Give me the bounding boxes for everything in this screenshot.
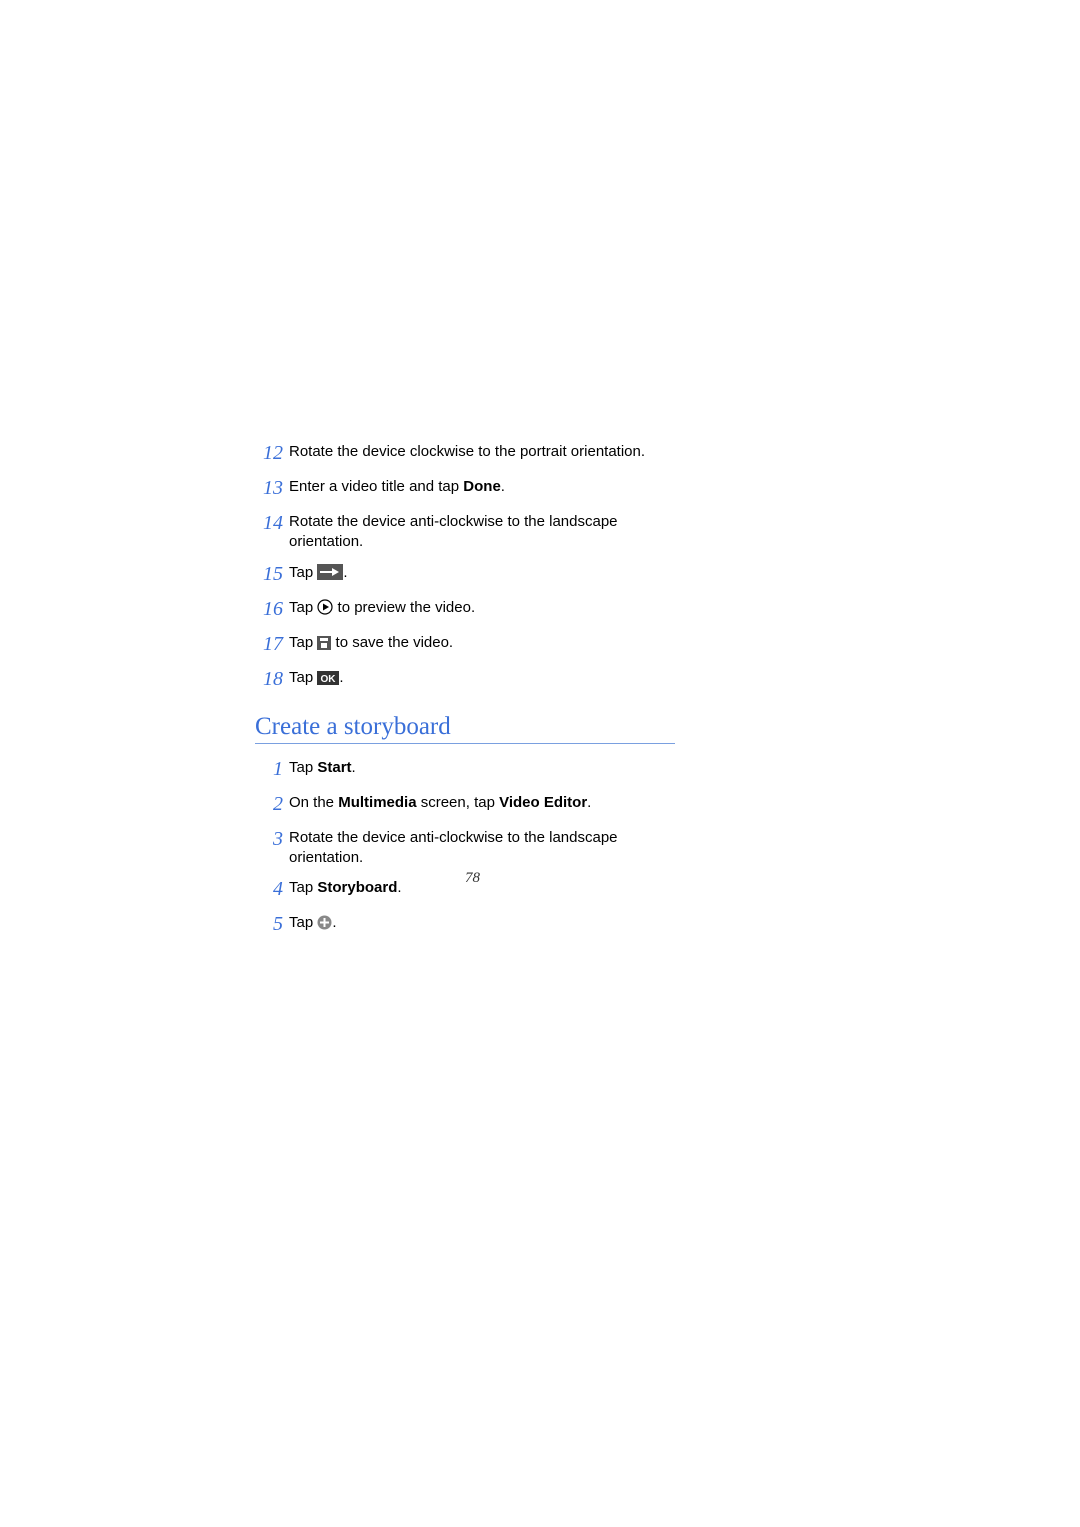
step: 3Rotate the device anti-clockwise to the… <box>255 826 675 869</box>
step-number: 2 <box>255 791 283 818</box>
step: 5 Tap . <box>255 911 675 938</box>
step-number: 5 <box>255 911 283 938</box>
step-number: 15 <box>255 561 283 588</box>
step-number: 3 <box>255 826 283 853</box>
plus-circle-icon <box>317 915 332 930</box>
step: 18 Tap OK. <box>255 666 675 693</box>
step-number: 16 <box>255 596 283 623</box>
bold-text: Start <box>317 759 351 776</box>
step-number: 13 <box>255 475 283 502</box>
steps-top: 12 Rotate the device clockwise to the por… <box>255 440 675 693</box>
heading-rule <box>255 743 675 744</box>
step: 17 Tap to save the video. <box>255 631 675 658</box>
step-text: Tap . <box>289 911 337 933</box>
step-text: Rotate the device anti-clockwise to the … <box>289 826 675 869</box>
step-text: Tap Start. <box>289 756 356 778</box>
step-text: Tap . <box>289 561 348 583</box>
ok-box-icon: OK <box>317 671 339 685</box>
page: 12Rotate the device clockwise to the por… <box>0 0 1080 1527</box>
step-text: Rotate the device anti-clockwise to the … <box>289 510 675 553</box>
step-number: 14 <box>255 510 283 537</box>
bold-text: Done <box>463 478 501 495</box>
step-number: 1 <box>255 756 283 783</box>
svg-text:OK: OK <box>321 674 337 685</box>
step-text: Tap to preview the video. <box>289 596 475 618</box>
step-text: Tap to save the video. <box>289 631 453 653</box>
step-text: Rotate the device clockwise to the portr… <box>289 440 645 462</box>
bold-text: Multimedia <box>338 794 416 811</box>
steps-bottom: 1 Tap Start. 2 On the Multimedia screen, ta… <box>255 756 675 939</box>
step-number: 18 <box>255 666 283 693</box>
step: 13 Enter a video title and tap Done. <box>255 475 675 502</box>
bold-text: Video Editor <box>499 794 587 811</box>
page-number: 78 <box>465 870 480 887</box>
save-box-icon <box>317 636 331 650</box>
step: 12 Rotate the device clockwise to the por… <box>255 440 675 467</box>
step-number: 17 <box>255 631 283 658</box>
step-text: Tap Storyboard. <box>289 876 402 898</box>
step: 15 Tap . <box>255 561 675 588</box>
bold-text: Storyboard <box>317 879 397 896</box>
step: 16 Tap to preview the video. <box>255 596 675 623</box>
step-text: Tap OK. <box>289 666 344 688</box>
step-text: Enter a video title and tap Done. <box>289 475 505 497</box>
step: 2 On the Multimedia screen, tap Video Edi… <box>255 791 675 818</box>
step-text: On the Multimedia screen, tap Video Edit… <box>289 791 591 813</box>
arrow-right-box-icon <box>317 564 343 580</box>
play-circle-icon <box>317 599 333 615</box>
step: 14Rotate the device anti-clockwise to th… <box>255 510 675 553</box>
step: 1 Tap Start. <box>255 756 675 783</box>
section-heading: Create a storyboard <box>255 713 675 741</box>
step-number: 12 <box>255 440 283 467</box>
step-number: 4 <box>255 876 283 903</box>
